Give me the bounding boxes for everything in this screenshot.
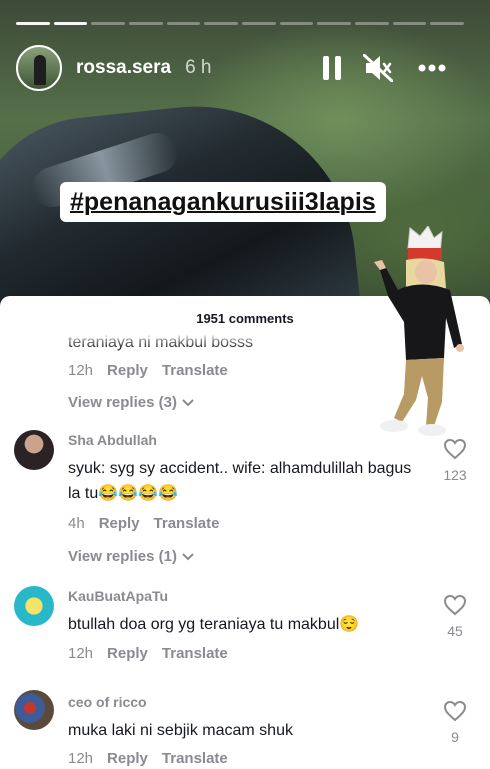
reply-button[interactable]: Reply bbox=[107, 750, 148, 767]
comment-meta: 12h Reply Translate bbox=[68, 750, 228, 767]
story-progress-segment bbox=[16, 22, 50, 25]
hashtag-text: #penanagankurusiii3lapis bbox=[70, 187, 376, 216]
comment-text: btullah doa org yg teraniaya tu makbul😌 bbox=[68, 616, 360, 633]
view-replies-label: View replies (3) bbox=[68, 394, 177, 411]
comment-meta: 4h Reply Translate bbox=[68, 515, 219, 532]
chevron-down-icon bbox=[182, 552, 194, 560]
like-count: 45 bbox=[447, 623, 463, 639]
comment-text: syuk: syg sy accident.. wife: alhamdulil… bbox=[68, 460, 412, 502]
story-progress-segment bbox=[355, 22, 389, 25]
view-replies-button[interactable]: View replies (1) bbox=[68, 548, 195, 565]
story-progress-segment bbox=[91, 22, 126, 25]
comment-username[interactable]: Sha Abdullah bbox=[68, 432, 157, 448]
story-progress-segment bbox=[317, 22, 352, 25]
story-progress-segment bbox=[166, 22, 201, 25]
translate-button[interactable]: Translate bbox=[162, 362, 228, 379]
like-count: 123 bbox=[443, 467, 467, 483]
speaker-muted-icon[interactable] bbox=[362, 52, 394, 84]
dancing-person-sticker[interactable] bbox=[372, 225, 472, 446]
view-replies-button[interactable]: View replies (3) bbox=[68, 394, 195, 411]
like-button[interactable]: 9 bbox=[440, 700, 470, 745]
story-progress-segment bbox=[242, 22, 276, 25]
avatar[interactable] bbox=[14, 586, 54, 626]
story-header: rossa.sera 6 h bbox=[16, 44, 476, 92]
post-time: 6 h bbox=[185, 57, 212, 78]
hashtag-sticker[interactable]: #penanagankurusiii3lapis bbox=[60, 182, 386, 222]
heart-outline-icon bbox=[443, 700, 467, 722]
story-progress-segment bbox=[430, 22, 465, 25]
username[interactable]: rossa.sera bbox=[76, 57, 171, 79]
comment-meta: 12h Reply Translate bbox=[68, 645, 228, 662]
comment-item: Sha Abdullah syuk: syg sy accident.. wif… bbox=[0, 426, 490, 576]
comment-username[interactable]: KauBuatApaTu bbox=[68, 588, 168, 604]
comment-username[interactable]: ceo of ricco bbox=[68, 694, 147, 710]
reply-button[interactable]: Reply bbox=[107, 362, 148, 379]
comment-time: 4h bbox=[68, 515, 85, 532]
comment-item: KauBuatApaTu btullah doa org yg teraniay… bbox=[0, 582, 490, 672]
translate-button[interactable]: Translate bbox=[162, 645, 228, 662]
like-count: 9 bbox=[451, 729, 459, 745]
story-progress-segment bbox=[129, 22, 163, 25]
story-viewer[interactable]: rossa.sera 6 h #penanagankurusiii3lapis … bbox=[0, 0, 490, 769]
reply-button[interactable]: Reply bbox=[99, 515, 140, 532]
story-progress-segment bbox=[53, 22, 88, 25]
heart-outline-icon bbox=[443, 594, 467, 616]
comment-item: ceo of ricco muka laki ni sebjik macam s… bbox=[0, 688, 490, 769]
like-button[interactable]: 45 bbox=[440, 594, 470, 639]
comment-time: 12h bbox=[68, 750, 94, 767]
story-progress-bar bbox=[16, 22, 465, 25]
comment-meta: 12h Reply Translate bbox=[68, 362, 228, 379]
view-replies-label: View replies (1) bbox=[68, 548, 177, 565]
avatar[interactable] bbox=[16, 45, 62, 91]
story-progress-segment bbox=[279, 22, 314, 25]
chevron-down-icon bbox=[182, 398, 194, 406]
reply-button[interactable]: Reply bbox=[107, 645, 148, 662]
story-progress-segment bbox=[204, 22, 239, 25]
comment-text: muka laki ni sebjik macam shuk bbox=[68, 722, 293, 739]
translate-button[interactable]: Translate bbox=[162, 750, 228, 767]
more-dots-icon[interactable] bbox=[416, 52, 448, 84]
avatar[interactable] bbox=[14, 690, 54, 730]
comment-time: 12h bbox=[68, 645, 94, 662]
avatar[interactable] bbox=[14, 430, 54, 470]
story-progress-segment bbox=[392, 22, 427, 25]
translate-button[interactable]: Translate bbox=[154, 515, 220, 532]
comment-time: 12h bbox=[68, 362, 94, 379]
pause-icon[interactable] bbox=[316, 52, 348, 84]
